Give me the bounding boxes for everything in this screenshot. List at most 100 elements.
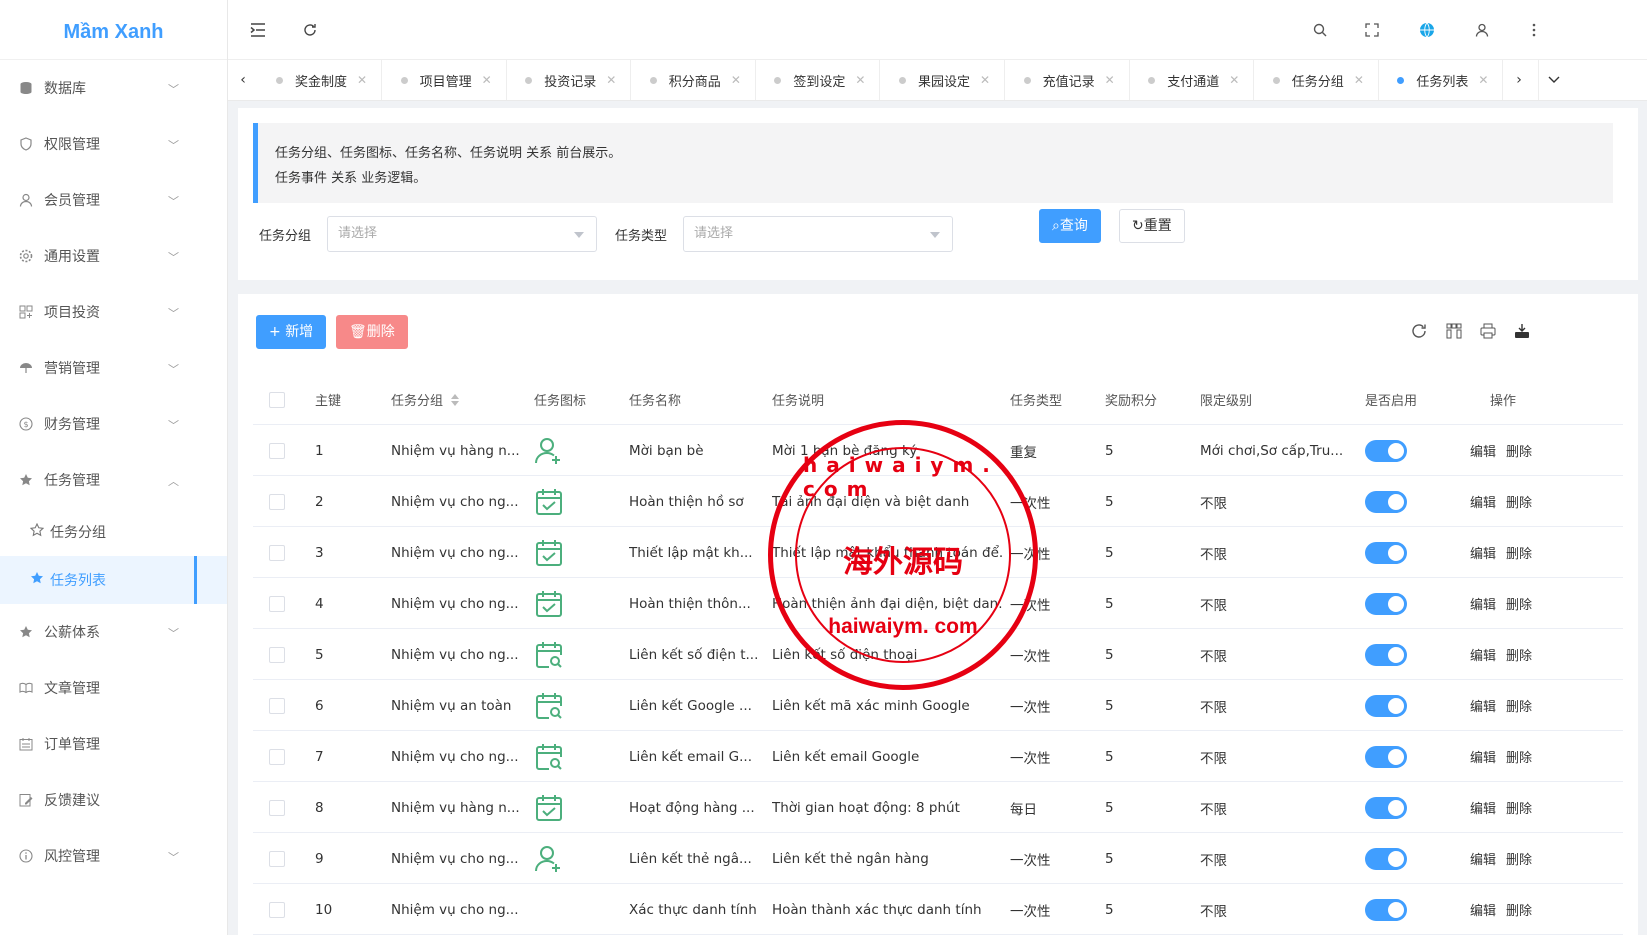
tab-close-icon[interactable]: ✕ <box>1478 73 1488 87</box>
table-row[interactable]: 2 Nhiệm vụ cho ng... Hoàn thiện hồ sơ Tải ả… <box>253 476 1623 527</box>
sidebar-subitem-task-group[interactable]: 任务分组 <box>0 508 227 556</box>
menu-fold-icon[interactable] <box>246 18 270 42</box>
sidebar-item-info[interactable]: 风控管理 ﹀ <box>0 828 227 884</box>
reset-button[interactable]: ↻重置 <box>1119 209 1185 243</box>
app-logo[interactable]: Mầm Xanh <box>0 0 227 60</box>
fullscreen-icon[interactable] <box>1360 18 1384 42</box>
row-delete-button[interactable]: 删除 <box>1506 441 1532 460</box>
tab-close-icon[interactable]: ✕ <box>482 73 492 87</box>
tab-item[interactable]: 任务列表 ✕ <box>1379 60 1504 100</box>
col-group[interactable]: 任务分组 <box>391 374 460 425</box>
row-checkbox[interactable] <box>269 850 285 867</box>
tabs-dropdown-icon[interactable] <box>1538 60 1568 100</box>
row-delete-button[interactable]: 删除 <box>1506 798 1532 817</box>
table-row[interactable]: 10 Nhiệm vụ cho ng... Xác thực danh tính Ho… <box>253 884 1623 935</box>
edit-button[interactable]: 编辑 <box>1470 594 1496 613</box>
enabled-toggle[interactable] <box>1365 898 1407 921</box>
tab-close-icon[interactable]: ✕ <box>357 73 367 87</box>
tab-close-icon[interactable]: ✕ <box>606 73 616 87</box>
task-type-select[interactable]: 请选择 <box>683 216 953 252</box>
enabled-toggle[interactable] <box>1365 439 1407 462</box>
enabled-toggle[interactable] <box>1365 796 1407 819</box>
refresh-icon[interactable] <box>298 18 322 42</box>
enabled-toggle[interactable] <box>1365 490 1407 513</box>
table-row[interactable]: 4 Nhiệm vụ cho ng... Hoàn thiện thôn... Hoà… <box>253 578 1623 629</box>
tabs-scroll-right-icon[interactable]: › <box>1504 60 1534 100</box>
sidebar-item-grid[interactable]: 项目投资 ﹀ <box>0 284 227 340</box>
tab-item[interactable]: 任务分组 ✕ <box>1255 60 1379 100</box>
row-delete-button[interactable]: 删除 <box>1506 849 1532 868</box>
tab-item[interactable]: 积分商品 ✕ <box>632 60 756 100</box>
select-all-checkbox[interactable] <box>269 391 285 408</box>
row-checkbox[interactable] <box>269 544 285 561</box>
row-delete-button[interactable]: 删除 <box>1506 747 1532 766</box>
row-checkbox[interactable] <box>269 697 285 714</box>
sidebar-item-dollar[interactable]: $ 财务管理 ﹀ <box>0 396 227 452</box>
edit-button[interactable]: 编辑 <box>1470 747 1496 766</box>
enabled-toggle[interactable] <box>1365 592 1407 615</box>
table-refresh-icon[interactable] <box>1409 321 1429 341</box>
delete-button[interactable]: 🗑删除 <box>336 315 408 349</box>
enabled-toggle[interactable] <box>1365 745 1407 768</box>
row-delete-button[interactable]: 删除 <box>1506 900 1532 919</box>
row-delete-button[interactable]: 删除 <box>1506 594 1532 613</box>
edit-button[interactable]: 编辑 <box>1470 492 1496 511</box>
sidebar-item-edit[interactable]: 反馈建议 <box>0 772 227 828</box>
row-checkbox[interactable] <box>269 748 285 765</box>
sidebar-item-database[interactable]: 数据库 ﹀ <box>0 60 227 116</box>
add-button[interactable]: + 新增 <box>256 315 327 349</box>
sidebar-subitem-task-list[interactable]: 任务列表 <box>0 556 227 604</box>
tab-close-icon[interactable]: ✕ <box>1105 73 1115 87</box>
tab-close-icon[interactable]: ✕ <box>980 73 990 87</box>
edit-button[interactable]: 编辑 <box>1470 441 1496 460</box>
row-delete-button[interactable]: 删除 <box>1506 543 1532 562</box>
row-checkbox[interactable] <box>269 595 285 612</box>
task-group-select[interactable]: 请选择 <box>327 216 597 252</box>
more-vertical-icon[interactable] <box>1522 18 1546 42</box>
table-row[interactable]: 5 Nhiệm vụ cho ng... Liên kết số điện t...… <box>253 629 1623 680</box>
tab-item[interactable]: 签到设定 ✕ <box>756 60 881 100</box>
sidebar-item-star[interactable]: 公薪体系 ﹀ <box>0 604 227 660</box>
enabled-toggle[interactable] <box>1365 643 1407 666</box>
edit-button[interactable]: 编辑 <box>1470 543 1496 562</box>
print-icon[interactable] <box>1478 321 1498 341</box>
search-icon[interactable] <box>1308 18 1332 42</box>
tab-close-icon[interactable]: ✕ <box>1354 73 1364 87</box>
edit-button[interactable]: 编辑 <box>1470 645 1496 664</box>
row-checkbox[interactable] <box>269 799 285 816</box>
tabs-scroll-left-icon[interactable]: ‹ <box>228 60 258 100</box>
table-row[interactable]: 9 Nhiệm vụ cho ng... Liên kết thẻ ngâ... Li… <box>253 833 1623 884</box>
sidebar-item-book[interactable]: 文章管理 <box>0 660 227 716</box>
tab-item[interactable]: 充值记录 ✕ <box>1006 60 1130 100</box>
sort-icon[interactable] <box>451 393 460 406</box>
row-checkbox[interactable] <box>269 901 285 918</box>
sidebar-item-user[interactable]: 会员管理 ﹀ <box>0 172 227 228</box>
table-row[interactable]: 1 Nhiệm vụ hàng n... Mời bạn bè Mời 1 bạn b… <box>253 425 1623 476</box>
table-row[interactable]: 8 Nhiệm vụ hàng n... Hoạt động hàng ... Thờ… <box>253 782 1623 833</box>
enabled-toggle[interactable] <box>1365 847 1407 870</box>
enabled-toggle[interactable] <box>1365 694 1407 717</box>
edit-button[interactable]: 编辑 <box>1470 849 1496 868</box>
table-row[interactable]: 3 Nhiệm vụ cho ng... Thiết lập mật kh... Th… <box>253 527 1623 578</box>
edit-button[interactable]: 编辑 <box>1470 798 1496 817</box>
row-checkbox[interactable] <box>269 493 285 510</box>
table-row[interactable]: 7 Nhiệm vụ cho ng... Liên kết email G... Li… <box>253 731 1623 782</box>
row-checkbox[interactable] <box>269 646 285 663</box>
search-button[interactable]: ⌕查询 <box>1039 209 1101 243</box>
edit-button[interactable]: 编辑 <box>1470 900 1496 919</box>
tab-close-icon[interactable]: ✕ <box>1229 73 1239 87</box>
row-checkbox[interactable] <box>269 442 285 459</box>
tab-item[interactable]: 支付通道 ✕ <box>1130 60 1255 100</box>
enabled-toggle[interactable] <box>1365 541 1407 564</box>
edit-button[interactable]: 编辑 <box>1470 696 1496 715</box>
row-delete-button[interactable]: 删除 <box>1506 645 1532 664</box>
sidebar-item-gear[interactable]: 通用设置 ﹀ <box>0 228 227 284</box>
sidebar-item-calendar[interactable]: 订单管理 <box>0 716 227 772</box>
tab-item[interactable]: 投资记录 ✕ <box>507 60 632 100</box>
row-delete-button[interactable]: 删除 <box>1506 696 1532 715</box>
table-row[interactable]: 6 Nhiệm vụ an toàn Liên kết Google ... Liên… <box>253 680 1623 731</box>
tab-item[interactable]: 项目管理 ✕ <box>383 60 507 100</box>
export-icon[interactable] <box>1512 321 1532 341</box>
tab-close-icon[interactable]: ✕ <box>731 73 741 87</box>
language-globe-icon[interactable] <box>1415 18 1439 42</box>
